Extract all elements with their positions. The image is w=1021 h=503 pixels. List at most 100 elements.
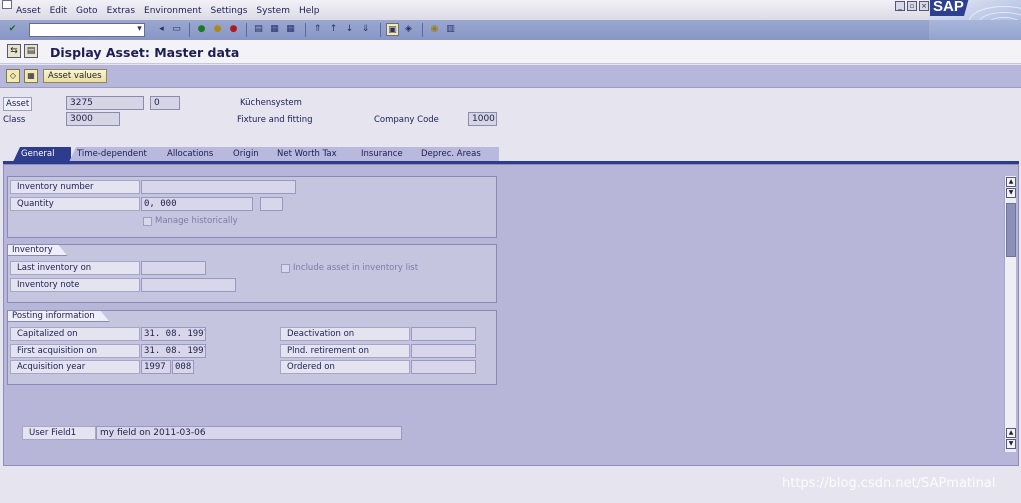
scroll-up-icon[interactable]: ▼ bbox=[1006, 188, 1016, 198]
menu-bar: Asset Edit Goto Extras Environment Setti… bbox=[0, 0, 1021, 20]
tab-net-worth-tax[interactable]: Net Worth Tax bbox=[269, 147, 364, 162]
ordered-on-label: Ordered on bbox=[280, 360, 410, 374]
help-icon[interactable]: ◉ bbox=[428, 23, 441, 36]
dropdown-icon[interactable]: ▾ bbox=[133, 23, 146, 36]
window-controls: _ ▫ × bbox=[895, 1, 929, 11]
general-group: Inventory number Quantity 0, 000 Manage … bbox=[7, 176, 497, 238]
exit-icon[interactable]: ● bbox=[211, 23, 224, 36]
menu-help[interactable]: Help bbox=[299, 6, 320, 16]
user-field1-label: User Field1 bbox=[22, 426, 96, 440]
first-acquisition-field[interactable]: 31. 08. 1997 bbox=[141, 344, 206, 358]
title-bar: ⇆ ▤ Display Asset: Master data bbox=[0, 40, 1021, 64]
menu-items: Asset Edit Goto Extras Environment Setti… bbox=[16, 6, 320, 16]
scroll-bottom-icon[interactable]: ▼ bbox=[1006, 439, 1016, 449]
next-page-icon[interactable]: ↓ bbox=[343, 23, 356, 36]
class-field[interactable]: 3000 bbox=[66, 112, 120, 126]
inventory-note-label: Inventory note bbox=[10, 278, 140, 292]
display-change-icon[interactable]: ⇆ bbox=[7, 44, 21, 58]
include-in-list-label: Include asset in inventory list bbox=[293, 263, 419, 273]
asset-document-icon[interactable]: ▦ bbox=[24, 69, 38, 83]
deactivation-on-field[interactable] bbox=[411, 327, 476, 341]
menu-edit[interactable]: Edit bbox=[50, 6, 67, 16]
toolbar-tail bbox=[929, 20, 1021, 40]
planned-retirement-label: Plnd. retirement on bbox=[280, 344, 410, 358]
inventory-note-field[interactable] bbox=[141, 278, 236, 292]
menu-settings[interactable]: Settings bbox=[210, 6, 247, 16]
menu-system[interactable]: System bbox=[256, 6, 290, 16]
standard-toolbar: ✔ ▾ ◂ ▭ ● ● ● ▤ ▦ ▦ ⇑ ↑ ↓ ⇓ ▣ ◈ ◉ ▥ bbox=[0, 20, 929, 40]
scrollbar-thumb[interactable] bbox=[1006, 203, 1016, 257]
layout-icon[interactable]: ▥ bbox=[444, 23, 457, 36]
tab-general[interactable]: General bbox=[13, 147, 71, 162]
user-field1-field[interactable]: my field on 2011-03-06 bbox=[96, 426, 402, 440]
include-in-list-checkbox[interactable]: Include asset in inventory list bbox=[281, 263, 418, 273]
application-toolbar: ◇ ▦ Asset values bbox=[0, 65, 1021, 88]
shortcut-icon[interactable]: ◈ bbox=[402, 23, 415, 36]
acquisition-period-field[interactable]: 008 bbox=[172, 360, 194, 374]
last-inventory-field[interactable] bbox=[141, 261, 206, 275]
previous-page-icon[interactable]: ↑ bbox=[327, 23, 340, 36]
tab-time-dependent[interactable]: Time-dependent bbox=[69, 147, 170, 162]
company-code-label: Company Code bbox=[374, 115, 439, 125]
menu-environment[interactable]: Environment bbox=[144, 6, 201, 16]
planned-retirement-field[interactable] bbox=[411, 344, 476, 358]
company-code-field[interactable]: 1000 bbox=[468, 112, 497, 126]
asset-description: Küchensystem bbox=[240, 98, 302, 108]
cancel-icon[interactable]: ● bbox=[227, 23, 240, 36]
menu-goto[interactable]: Goto bbox=[76, 6, 98, 16]
inventory-number-label: Inventory number bbox=[10, 180, 140, 194]
menu-asset[interactable]: Asset bbox=[16, 6, 41, 16]
capitalized-on-label: Capitalized on bbox=[10, 327, 140, 341]
previous-asset-icon[interactable]: ◇ bbox=[6, 69, 20, 83]
command-field[interactable] bbox=[29, 23, 145, 37]
enter-check-icon[interactable]: ✔ bbox=[6, 23, 19, 36]
posting-group-title: Posting information bbox=[7, 310, 110, 322]
tab-deprec-areas[interactable]: Deprec. Areas bbox=[413, 147, 499, 162]
manage-historically-label: Manage historically bbox=[155, 216, 238, 226]
find-next-icon[interactable]: ▦ bbox=[284, 23, 297, 36]
general-tab-content: Inventory number Quantity 0, 000 Manage … bbox=[3, 174, 1003, 456]
class-label: Class bbox=[3, 115, 26, 125]
back-icon[interactable]: ● bbox=[195, 23, 208, 36]
window-menu-icon[interactable] bbox=[2, 0, 12, 9]
watermark-text: https://blog.csdn.net/SAPmatinal bbox=[782, 476, 996, 491]
last-page-icon[interactable]: ⇓ bbox=[359, 23, 372, 36]
checkbox-icon bbox=[143, 216, 152, 226]
maximize-icon[interactable]: ▫ bbox=[907, 1, 917, 11]
print-icon[interactable]: ▤ bbox=[252, 23, 265, 36]
inventory-number-field[interactable] bbox=[141, 180, 296, 194]
first-acquisition-label: First acquisition on bbox=[10, 344, 140, 358]
menu-extras[interactable]: Extras bbox=[107, 6, 135, 16]
asset-values-button[interactable]: Asset values bbox=[43, 69, 107, 83]
new-session-icon[interactable]: ▣ bbox=[386, 23, 399, 36]
last-inventory-label: Last inventory on bbox=[10, 261, 140, 275]
quantity-label: Quantity bbox=[10, 197, 140, 211]
save-icon[interactable]: ◂ bbox=[155, 23, 168, 36]
logo-text: SAP bbox=[933, 0, 964, 15]
quantity-unit-field[interactable] bbox=[260, 197, 283, 211]
first-page-icon[interactable]: ⇑ bbox=[311, 23, 324, 36]
manage-historically-checkbox[interactable]: Manage historically bbox=[143, 216, 238, 226]
asset-number-field[interactable]: 3275 bbox=[66, 96, 144, 110]
posting-information-group: Posting information Capitalized on 31. 0… bbox=[7, 310, 497, 385]
acquisition-year-label: Acquisition year bbox=[10, 360, 140, 374]
acquisition-year-field[interactable]: 1997 bbox=[141, 360, 171, 374]
deactivation-on-label: Deactivation on bbox=[280, 327, 410, 341]
asset-label: Asset bbox=[3, 97, 33, 111]
close-icon[interactable]: × bbox=[919, 1, 929, 11]
page-title: Display Asset: Master data bbox=[50, 45, 240, 60]
scroll-down-icon[interactable]: ▲ bbox=[1006, 428, 1016, 438]
asset-subnumber-field[interactable]: 0 bbox=[150, 96, 180, 110]
capitalized-on-field[interactable]: 31. 08. 1997 bbox=[141, 327, 206, 341]
other-asset-icon[interactable]: ▤ bbox=[24, 44, 38, 58]
scroll-top-icon[interactable]: ▲ bbox=[1006, 177, 1016, 187]
inventory-group-title: Inventory bbox=[7, 244, 68, 256]
tab-allocations[interactable]: Allocations bbox=[159, 147, 237, 162]
quantity-field[interactable]: 0, 000 bbox=[141, 197, 253, 211]
find-icon[interactable]: ▦ bbox=[268, 23, 281, 36]
minimize-icon[interactable]: _ bbox=[895, 1, 905, 11]
vertical-scrollbar[interactable]: ▲ ▼ ▲ ▼ bbox=[1004, 176, 1016, 452]
save-disk-icon[interactable]: ▭ bbox=[170, 23, 183, 36]
tab-insurance[interactable]: Insurance bbox=[353, 147, 422, 162]
ordered-on-field[interactable] bbox=[411, 360, 476, 374]
